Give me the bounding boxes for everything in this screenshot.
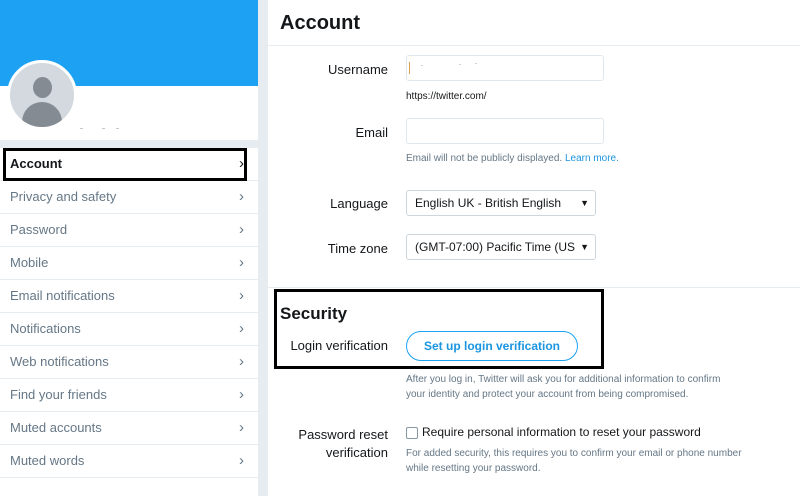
sidebar-item-label: Muted words xyxy=(10,453,85,468)
default-avatar-icon xyxy=(33,77,52,98)
language-select[interactable]: English UK - British English ▼ xyxy=(406,190,596,216)
sidebar-item-label: Find your friends xyxy=(10,387,107,402)
sidebar-item-label: Mobile xyxy=(10,255,49,270)
username-url: https://twitter.com/ xyxy=(406,91,487,102)
chevron-right-icon: › xyxy=(239,419,244,436)
sidebar-item-email-notifications[interactable]: Email notifications › xyxy=(0,280,258,313)
avatar[interactable] xyxy=(7,60,77,130)
setup-login-verification-button[interactable]: Set up login verification xyxy=(406,331,578,361)
timezone-select[interactable]: (GMT-07:00) Pacific Time (US ▼ xyxy=(406,234,596,260)
chevron-right-icon: › xyxy=(239,221,244,238)
sidebar-item-label: Account xyxy=(10,156,62,171)
dropdown-arrow-icon: ▼ xyxy=(578,235,589,259)
profile-handle-redacted xyxy=(80,126,130,132)
sidebar-item-notifications[interactable]: Notifications › xyxy=(0,313,258,346)
password-reset-checkbox[interactable] xyxy=(406,427,418,439)
chevron-right-icon: › xyxy=(239,386,244,403)
page-title: Account xyxy=(280,12,360,34)
password-reset-hint: For added security, this requires you to… xyxy=(406,448,742,474)
sidebar-item-muted-words[interactable]: Muted words › xyxy=(0,445,258,478)
username-label: Username xyxy=(328,62,388,77)
chevron-right-icon: › xyxy=(239,155,244,172)
sidebar-item-find-your-friends[interactable]: Find your friends › xyxy=(0,379,258,412)
chevron-right-icon: › xyxy=(239,452,244,469)
language-label: Language xyxy=(330,196,388,211)
sidebar-item-privacy-and-safety[interactable]: Privacy and safety › xyxy=(0,181,258,214)
chevron-right-icon: › xyxy=(239,188,244,205)
settings-nav: Account › Privacy and safety › Password … xyxy=(0,148,258,478)
chevron-right-icon: › xyxy=(239,320,244,337)
sidebar-item-label: Notifications xyxy=(10,321,81,336)
password-reset-checkbox-label[interactable]: Require personal information to reset yo… xyxy=(422,425,701,439)
learn-more-link[interactable]: Learn more. xyxy=(565,153,619,164)
account-settings-panel: Account Username https://twitter.com/ Em… xyxy=(268,0,800,496)
username-input[interactable] xyxy=(406,55,604,81)
email-hint: Email will not be publicly displayed. Le… xyxy=(406,153,619,164)
email-label: Email xyxy=(355,125,388,140)
chevron-right-icon: › xyxy=(239,287,244,304)
sidebar-item-mobile[interactable]: Mobile › xyxy=(0,247,258,280)
sidebar-item-web-notifications[interactable]: Web notifications › xyxy=(0,346,258,379)
sidebar-item-label: Web notifications xyxy=(10,354,109,369)
sidebar-item-muted-accounts[interactable]: Muted accounts › xyxy=(0,412,258,445)
sidebar-item-label: Privacy and safety xyxy=(10,189,117,204)
sidebar-item-label: Muted accounts xyxy=(10,420,102,435)
security-title: Security xyxy=(280,304,348,323)
divider xyxy=(268,45,800,46)
login-verification-label: Login verification xyxy=(290,338,388,353)
sidebar-item-label: Password xyxy=(10,222,68,237)
dropdown-arrow-icon: ▼ xyxy=(580,198,589,208)
password-reset-label: Password reset verification xyxy=(298,427,388,460)
profile-sidebar: Account › Privacy and safety › Password … xyxy=(0,0,258,496)
sidebar-item-password[interactable]: Password › xyxy=(0,214,258,247)
timezone-label: Time zone xyxy=(327,241,388,256)
sidebar-item-label: Email notifications xyxy=(10,288,115,303)
email-field[interactable] xyxy=(406,118,604,144)
login-verification-hint: After you log in, Twitter will ask you f… xyxy=(406,374,721,400)
chevron-right-icon: › xyxy=(239,353,244,370)
sidebar-item-account[interactable]: Account › xyxy=(0,148,258,181)
divider xyxy=(268,287,800,288)
chevron-right-icon: › xyxy=(239,254,244,271)
